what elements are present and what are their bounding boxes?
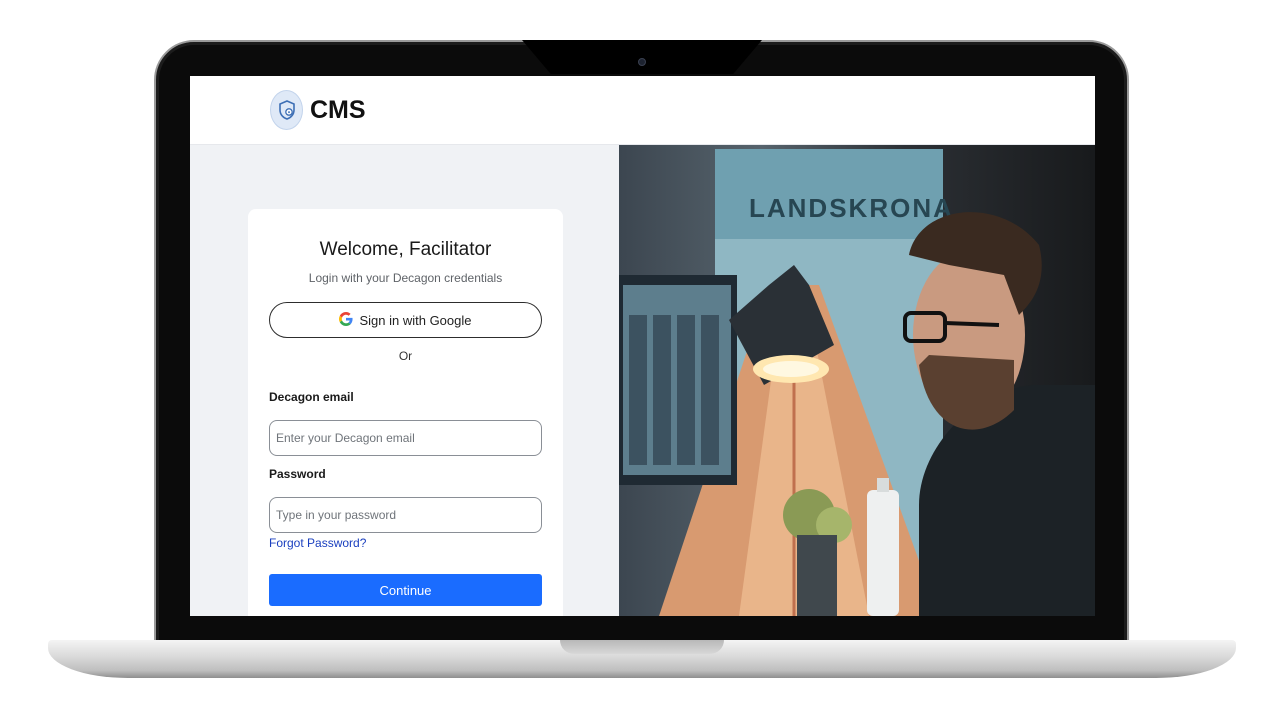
or-divider: Or [398, 349, 413, 363]
hero-image: LANDSKRONA [619, 145, 1095, 616]
email-field[interactable] [269, 420, 542, 456]
password-label: Password [269, 467, 326, 481]
camera-icon [638, 58, 646, 66]
google-sign-in-button[interactable]: Sign in with Google [269, 302, 542, 338]
login-pane: Welcome, Facilitator Login with your Dec… [190, 145, 619, 616]
login-subtitle: Login with your Decagon credentials [308, 271, 503, 285]
google-icon [339, 311, 354, 329]
poster-text: LANDSKRONA [749, 193, 954, 223]
brand-name: CMS [310, 96, 366, 124]
forgot-password-link[interactable]: Forgot Password? [269, 536, 366, 550]
email-label: Decagon email [269, 390, 354, 404]
camera-notch [522, 40, 762, 74]
laptop-groove [560, 640, 724, 654]
top-bar: CMS [190, 76, 1095, 145]
login-card: Welcome, Facilitator Login with your Dec… [248, 209, 563, 616]
google-sign-in-label: Sign in with Google [359, 312, 472, 328]
continue-button[interactable]: Continue [269, 574, 542, 606]
login-title: Welcome, Facilitator [319, 239, 492, 260]
password-field[interactable] [269, 497, 542, 533]
laptop-screen: CMS Welcome, Facilitator Login with your… [190, 76, 1095, 616]
shield-lock-icon [270, 90, 303, 130]
